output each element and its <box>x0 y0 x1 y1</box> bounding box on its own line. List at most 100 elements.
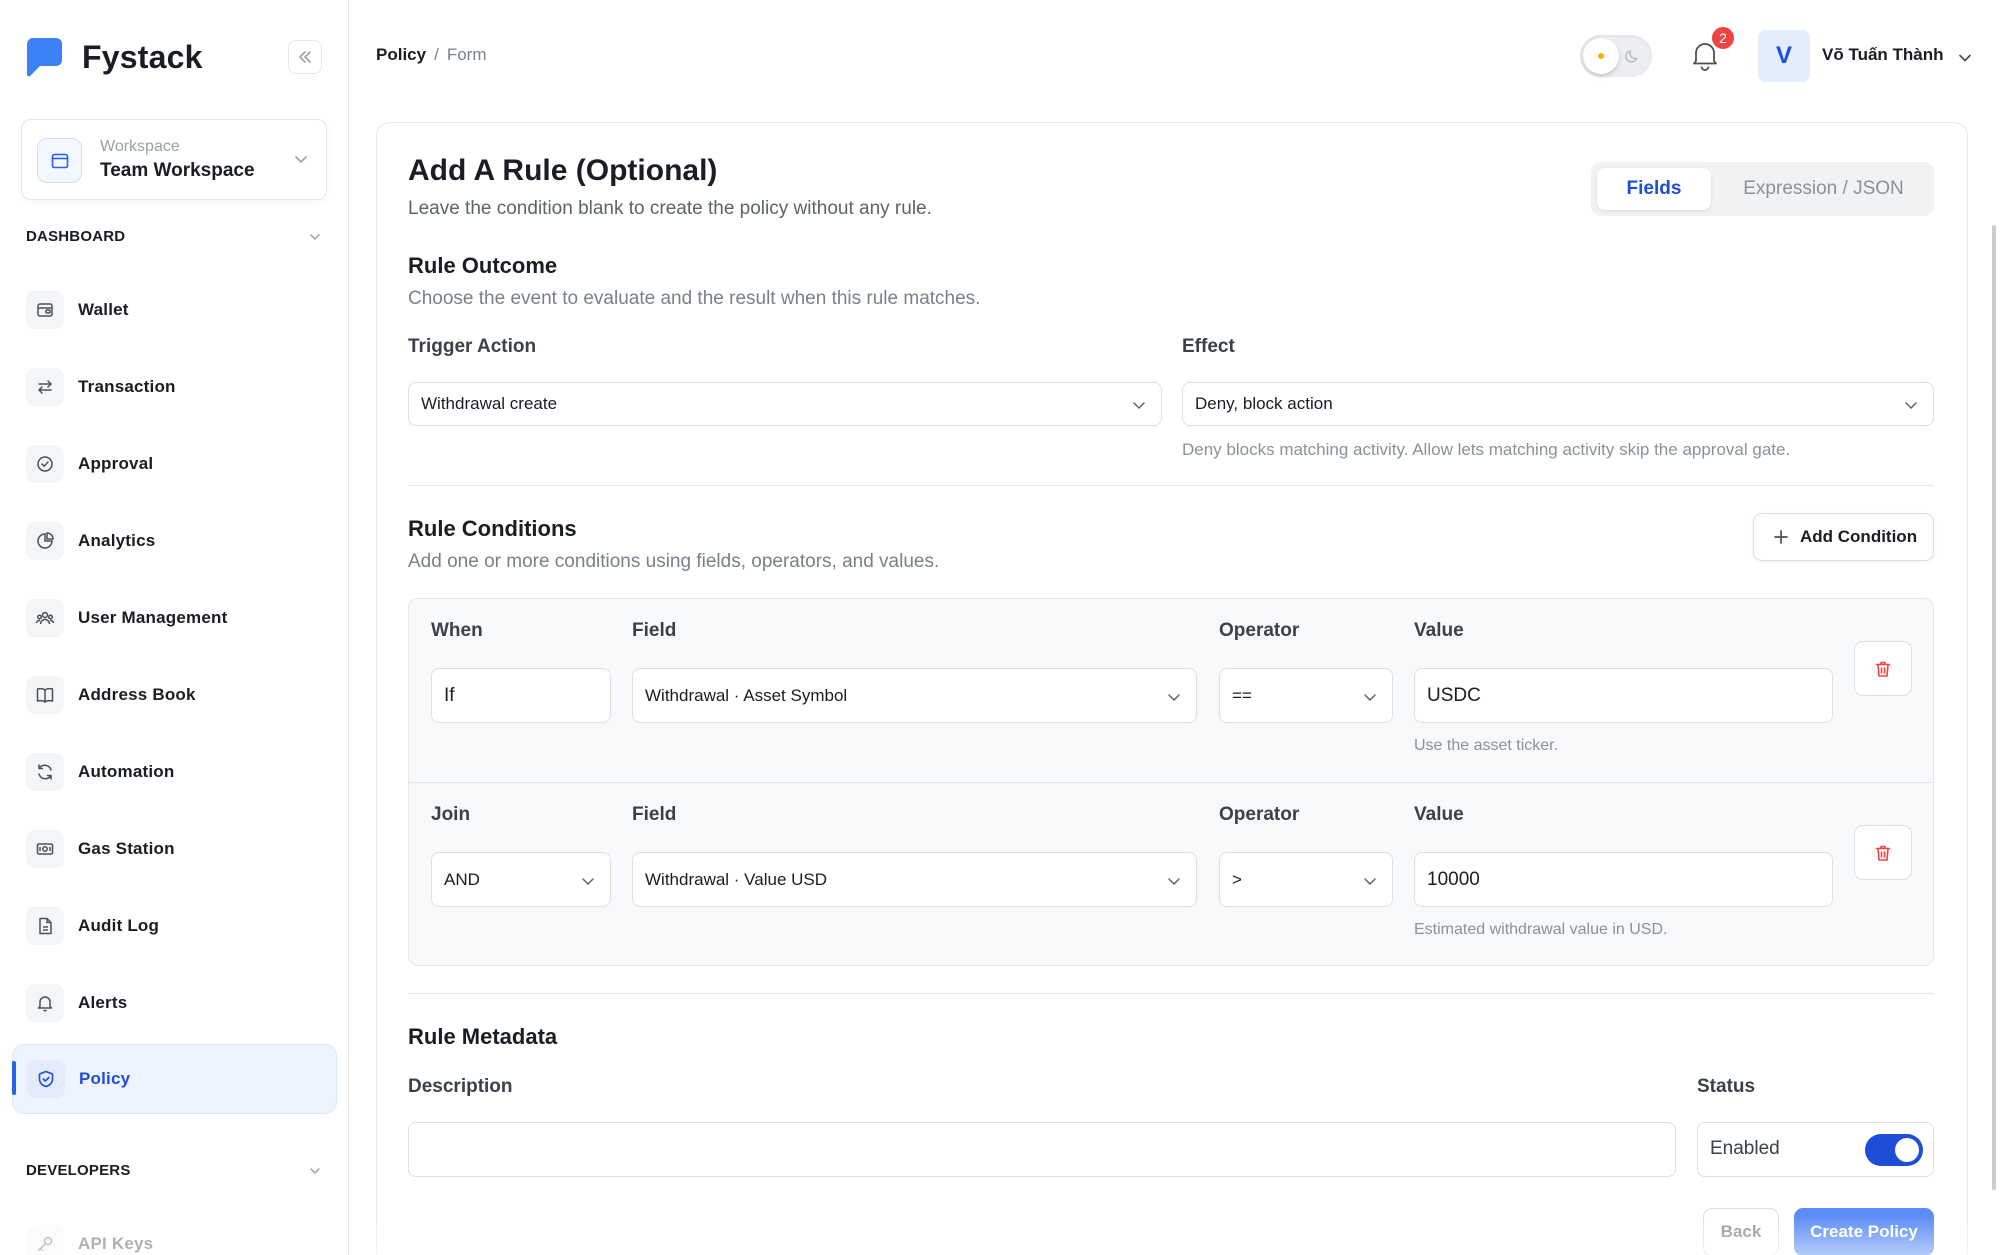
effect-select[interactable]: Deny, block action <box>1182 382 1934 426</box>
section-divider <box>408 993 1934 994</box>
when-input[interactable]: If <box>431 668 611 723</box>
theme-toggle[interactable] <box>1580 35 1652 77</box>
rule-outcome-subtitle: Choose the event to evaluate and the res… <box>408 288 981 309</box>
sidebar-item-transaction[interactable]: Transaction <box>12 354 337 420</box>
field-label: Field <box>632 620 677 641</box>
sidebar-item-user-management[interactable]: User Management <box>12 585 337 651</box>
operator-select[interactable]: == <box>1219 668 1393 723</box>
chevron-down-icon <box>1364 694 1376 702</box>
fystack-logo-icon <box>26 38 62 77</box>
section-divider <box>408 485 1934 486</box>
value-text: 10000 <box>1427 868 1480 890</box>
value-input[interactable]: USDC <box>1414 668 1833 723</box>
status-value: Enabled <box>1710 1138 1780 1159</box>
status-toggle[interactable] <box>1865 1134 1923 1166</box>
plus-icon <box>1774 530 1788 544</box>
sidebar-item-alerts[interactable]: Alerts <box>12 970 337 1036</box>
section-dashboard[interactable]: DASHBOARD <box>26 228 322 245</box>
join-value: AND <box>444 869 480 889</box>
refresh-icon <box>26 753 64 791</box>
add-condition-label: Add Condition <box>1800 527 1918 546</box>
trigger-action-select[interactable]: Withdrawal create <box>408 382 1162 426</box>
scrollbar[interactable] <box>1992 225 1996 1190</box>
notification-badge: 2 <box>1710 25 1736 51</box>
key-icon <box>26 1225 64 1255</box>
tab-expression-json[interactable]: Expression / JSON <box>1721 168 1926 210</box>
workspace-switcher[interactable]: Workspace Team Workspace <box>21 119 327 200</box>
sidebar-item-wallet[interactable]: Wallet <box>12 277 337 343</box>
value-hint: Use the asset ticker. <box>1414 737 1559 754</box>
section-dashboard-label: DASHBOARD <box>26 228 126 245</box>
tab-fields[interactable]: Fields <box>1597 168 1711 210</box>
status-label: Status <box>1697 1076 1756 1097</box>
check-circle-icon <box>26 445 64 483</box>
trigger-action-value: Withdrawal create <box>421 394 558 413</box>
sidebar-item-address-book[interactable]: Address Book <box>12 662 337 728</box>
wallet-icon <box>26 291 64 329</box>
sidebar-item-api-keys[interactable]: API Keys <box>12 1211 337 1255</box>
sidebar-item-label: Wallet <box>78 300 129 319</box>
sidebar-item-label: API Keys <box>78 1234 154 1253</box>
rule-outcome-title: Rule Outcome <box>408 253 558 278</box>
workspace-caption: Workspace <box>100 138 180 155</box>
chevron-down-icon <box>1168 878 1180 886</box>
sidebar-item-analytics[interactable]: Analytics <box>12 508 337 574</box>
avatar[interactable]: V <box>1758 30 1810 82</box>
sidebar-item-gas-station[interactable]: Gas Station <box>12 816 337 882</box>
breadcrumb-separator: / <box>434 45 439 64</box>
create-policy-button[interactable]: Create Policy <box>1794 1208 1934 1255</box>
breadcrumb: Policy / Form <box>376 45 487 65</box>
sidebar-item-label: Address Book <box>78 685 196 704</box>
chevron-down-icon <box>1905 402 1917 410</box>
back-button[interactable]: Back <box>1703 1208 1779 1255</box>
file-icon <box>26 907 64 945</box>
field-select[interactable]: Withdrawal · Value USD <box>632 852 1197 907</box>
sidebar-item-label: Analytics <box>78 531 156 550</box>
rule-conditions-subtitle: Add one or more conditions using fields,… <box>408 551 940 572</box>
sidebar-item-label: Policy <box>79 1069 131 1088</box>
user-name[interactable]: Võ Tuấn Thành <box>1822 45 1944 65</box>
chevron-down-icon <box>310 1167 320 1174</box>
shield-icon <box>27 1060 65 1098</box>
rule-metadata-title: Rule Metadata <box>408 1024 558 1049</box>
sidebar-item-automation[interactable]: Automation <box>12 739 337 805</box>
trash-icon <box>1875 845 1891 861</box>
condition-row-divider <box>409 782 1933 783</box>
page-subtitle: Leave the condition blank to create the … <box>408 198 932 219</box>
value-input[interactable]: 10000 <box>1414 852 1833 907</box>
sidebar-item-label: User Management <box>78 608 228 627</box>
operator-select[interactable]: > <box>1219 852 1393 907</box>
sidebar-item-audit-log[interactable]: Audit Log <box>12 893 337 959</box>
field-value: Withdrawal · Asset Symbol <box>645 685 848 705</box>
field-select[interactable]: Withdrawal · Asset Symbol <box>632 668 1197 723</box>
operator-label: Operator <box>1219 804 1300 825</box>
add-condition-button[interactable]: Add Condition <box>1753 513 1934 561</box>
operator-value: > <box>1232 869 1242 889</box>
operator-label: Operator <box>1219 620 1300 641</box>
delete-condition-button[interactable] <box>1854 825 1912 880</box>
join-select[interactable]: AND <box>431 852 611 907</box>
sidebar-item-label: Alerts <box>78 993 128 1012</box>
value-label: Value <box>1414 804 1464 825</box>
pie-chart-icon <box>26 522 64 560</box>
field-value: Withdrawal · Value USD <box>645 869 828 889</box>
trash-icon <box>1875 661 1891 677</box>
workspace-name: Team Workspace <box>100 160 255 181</box>
breadcrumb-policy-link[interactable]: Policy <box>376 45 426 65</box>
effect-value: Deny, block action <box>1195 394 1333 413</box>
brand[interactable]: Fystack <box>26 36 203 78</box>
sidebar-item-policy[interactable]: Policy <box>12 1044 337 1114</box>
toggle-knob <box>1895 1138 1919 1162</box>
collapse-sidebar-button[interactable] <box>288 40 322 74</box>
chevron-down-icon <box>295 156 307 164</box>
chevron-down-icon[interactable] <box>1955 48 1975 68</box>
sun-icon <box>1583 38 1619 74</box>
effect-label: Effect <box>1182 336 1235 357</box>
section-developers-label: DEVELOPERS <box>26 1162 131 1179</box>
description-input[interactable] <box>408 1122 1676 1177</box>
page-title: Add A Rule (Optional) <box>408 154 718 187</box>
delete-condition-button[interactable] <box>1854 641 1912 696</box>
sidebar-item-approval[interactable]: Approval <box>12 431 337 497</box>
section-developers[interactable]: DEVELOPERS <box>26 1162 322 1179</box>
sidebar-item-label: Audit Log <box>78 916 160 935</box>
